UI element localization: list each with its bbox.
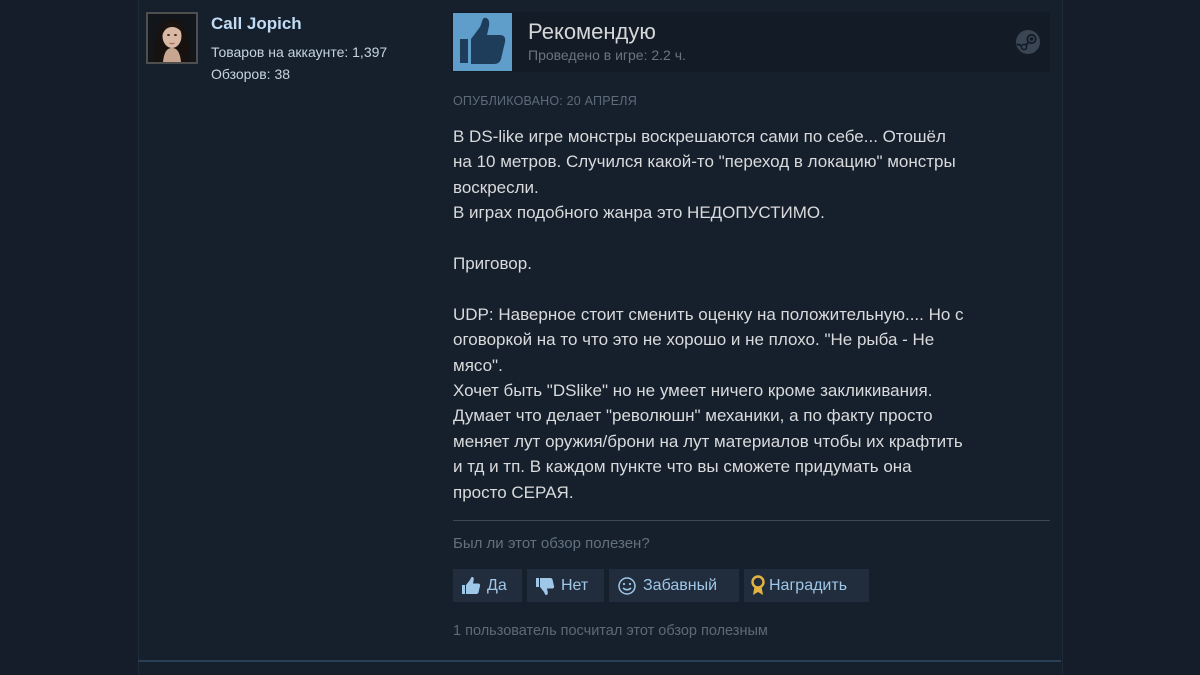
author-reviews-count[interactable]: Обзоров: 38 — [211, 66, 290, 82]
steam-icon — [1016, 30, 1040, 54]
funny-button[interactable]: Забавный — [609, 569, 739, 602]
no-button[interactable]: Нет — [527, 569, 604, 602]
author-name[interactable]: Call Jopich — [211, 14, 302, 34]
vote-header: Рекомендую Проведено в игре: 2.2 ч. — [451, 12, 1050, 72]
avatar[interactable] — [146, 12, 198, 64]
recommend-thumb-box — [453, 13, 512, 71]
avatar-image — [148, 14, 196, 62]
thumbs-down-icon — [536, 577, 555, 595]
thumbs-up-icon — [462, 576, 481, 594]
posted-date: Опубликовано: 20 апреля — [453, 94, 637, 108]
helpful-question: Был ли этот обзор полезен? — [453, 535, 650, 552]
vote-title[interactable]: Рекомендую — [528, 19, 656, 45]
review-paragraph: В DS-like игре монстры воскрешаются сами… — [453, 127, 956, 223]
no-label: Нет — [561, 576, 589, 594]
award-label: Наградить — [769, 576, 848, 594]
award-button[interactable]: Наградить — [744, 569, 869, 602]
review-text: В DS-like игре монстры воскрешаются сами… — [453, 124, 1053, 505]
review-paragraph: UDP: Наверное стоит сменить оценку на по… — [453, 304, 964, 502]
thumbs-up-icon — [460, 17, 506, 64]
author-products-count[interactable]: Товаров на аккаунте: 1,397 — [211, 44, 387, 60]
yes-button[interactable]: Да — [453, 569, 522, 602]
funny-label: Забавный — [643, 576, 718, 594]
found-helpful-count: 1 пользователь посчитал этот обзор полез… — [453, 623, 768, 639]
divider — [453, 520, 1050, 521]
review-paragraph: Приговор. — [453, 254, 532, 274]
yes-label: Да — [487, 576, 507, 594]
smiley-icon — [618, 576, 636, 595]
review-bottom-border — [138, 660, 1061, 662]
award-icon — [751, 574, 765, 595]
playtime: Проведено в игре: 2.2 ч. — [528, 47, 686, 63]
